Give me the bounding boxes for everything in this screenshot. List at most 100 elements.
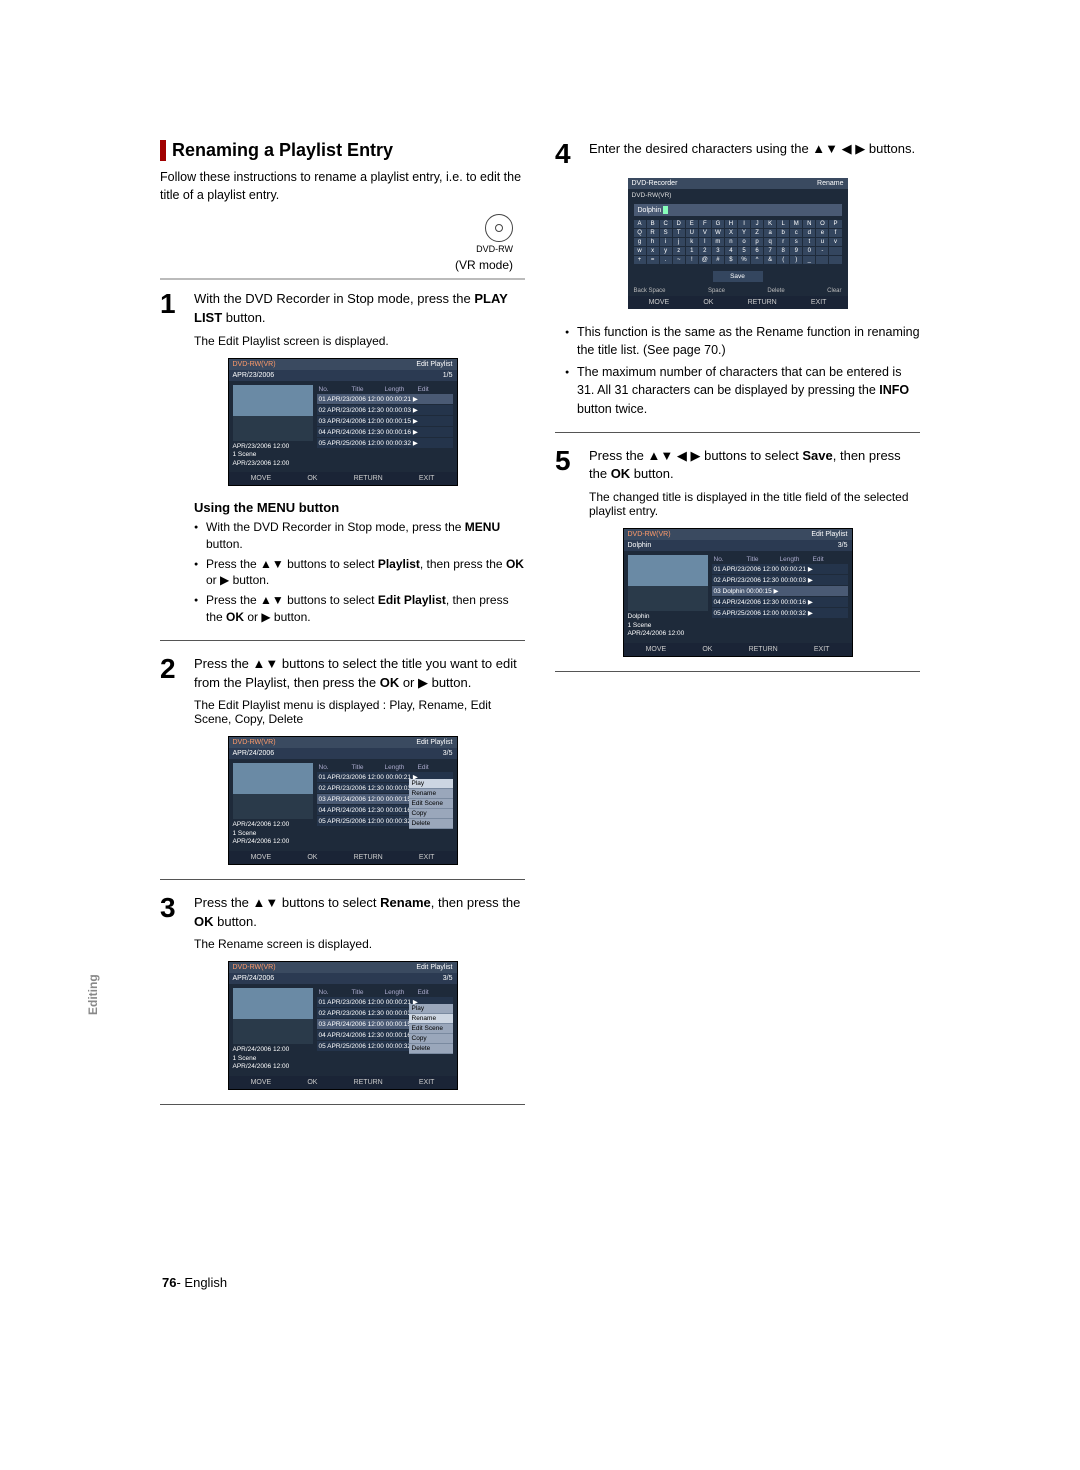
- kb-key: I: [738, 220, 750, 228]
- txt: button.: [222, 310, 265, 325]
- kb-key: =: [647, 256, 659, 264]
- kb-key: W: [712, 229, 724, 237]
- li: With the DVD Recorder in Stop mode, pres…: [194, 519, 525, 553]
- kb-key: 4: [725, 247, 737, 255]
- kb-key: s: [790, 238, 802, 246]
- thumb: [233, 988, 313, 1044]
- kb-key: E: [686, 220, 698, 228]
- osd-count: 1/5: [443, 372, 453, 379]
- t: OK: [611, 466, 631, 481]
- step-1-sub: The Edit Playlist screen is displayed.: [194, 334, 525, 348]
- t: OK: [506, 557, 524, 571]
- t: button twice.: [577, 402, 647, 416]
- osd-sub: Dolphin: [628, 542, 652, 549]
- osd-count: 3/5: [443, 975, 453, 982]
- step-4-num: 4: [555, 140, 581, 168]
- f: RETURN: [354, 475, 383, 482]
- h: Title: [352, 764, 385, 771]
- r: 01 APR/23/2006 12:00 00:00:21 ▶: [319, 395, 451, 403]
- kb-key: F: [699, 220, 711, 228]
- ctx-item: Rename: [409, 789, 453, 799]
- m: APR/24/2006 12:00: [233, 821, 313, 829]
- f: EXIT: [811, 299, 827, 306]
- osd-sub: APR/24/2006: [233, 975, 275, 982]
- t: or ▶ button.: [206, 573, 269, 587]
- kb-key: f: [829, 229, 841, 237]
- disc-label: DVD-RW: [476, 244, 513, 254]
- kb-key: +: [634, 256, 646, 264]
- kb-key: ): [790, 256, 802, 264]
- osd-edit-playlist-5: DVD-RW(VR)Edit Playlist Dolphin3/5 Dolph…: [623, 528, 853, 656]
- ctx-item: Delete: [409, 819, 453, 829]
- h: Title: [747, 556, 780, 563]
- r: 04 APR/24/2006 12:30 00:00:16 ▶: [319, 428, 451, 436]
- kb-key: Z: [751, 229, 763, 237]
- kb-key: ~: [673, 256, 685, 264]
- kb-key: u: [816, 238, 828, 246]
- kb-key: 9: [790, 247, 802, 255]
- step-5: 5 Press the ▲▼ ◀ ▶ buttons to select Sav…: [555, 447, 920, 485]
- kb-key: e: [816, 229, 828, 237]
- kb-key: x: [647, 247, 659, 255]
- lang: English: [184, 1275, 227, 1290]
- m: 1 Scene: [233, 451, 313, 459]
- r: 05 APR/25/2006 12:00 00:00:32 ▶: [319, 439, 451, 447]
- kb-key: -: [816, 247, 828, 255]
- kb-t: Rename: [817, 180, 843, 187]
- osd-count: 3/5: [838, 542, 848, 549]
- step-2: 2 Press the ▲▼ buttons to select the tit…: [160, 655, 525, 693]
- m: APR/23/2006 12:00: [233, 460, 313, 468]
- section-title: Renaming a Playlist Entry: [160, 140, 525, 161]
- t: Press the ▲▼ buttons to select: [194, 895, 380, 910]
- kb-key: p: [751, 238, 763, 246]
- t: OK: [226, 610, 244, 624]
- ctx-item: Play: [409, 1004, 453, 1014]
- playlist-table: No.TitleLengthEdit 01 APR/23/2006 12:00 …: [712, 555, 848, 638]
- h: Edit: [418, 764, 451, 771]
- thumb-meta: APR/24/2006 12:00 1 Scene APR/24/2006 12…: [233, 1046, 313, 1071]
- kb-key: N: [803, 220, 815, 228]
- step-3-body: Press the ▲▼ buttons to select Rename, t…: [194, 894, 525, 932]
- kb-key: O: [816, 220, 828, 228]
- f: EXIT: [419, 475, 435, 482]
- osd-disc: DVD-RW(VR): [233, 361, 276, 368]
- kb-key: i: [660, 238, 672, 246]
- t: OK: [194, 914, 214, 929]
- disc-icon: [485, 214, 513, 242]
- step-3-sub: The Rename screen is displayed.: [194, 937, 525, 951]
- kb-key: y: [660, 247, 672, 255]
- h: Edit: [813, 556, 846, 563]
- kb-key: n: [725, 238, 737, 246]
- kb-key: 2: [699, 247, 711, 255]
- kb-key: v: [829, 238, 841, 246]
- kb-key: H: [725, 220, 737, 228]
- osd-disc: DVD-RW(VR): [233, 739, 276, 746]
- m: APR/23/2006 12:00: [233, 443, 313, 451]
- m: 1 Scene: [233, 830, 313, 838]
- kb-key: K: [764, 220, 776, 228]
- notes: This function is the same as the Rename …: [565, 323, 920, 418]
- thumb-meta: APR/24/2006 12:00 1 Scene APR/24/2006 12…: [233, 821, 313, 846]
- kb-key: 5: [738, 247, 750, 255]
- osd-sub: APR/23/2006: [233, 372, 275, 379]
- h: Title: [352, 386, 385, 393]
- thumb: [233, 763, 313, 819]
- r: 03 APR/24/2006 12:00 00:00:15 ▶: [319, 417, 451, 425]
- m: APR/24/2006 12:00: [233, 1063, 313, 1071]
- t: Playlist: [378, 557, 420, 571]
- li: Press the ▲▼ buttons to select Playlist,…: [194, 556, 525, 590]
- kb-key: P: [829, 220, 841, 228]
- thumb: [628, 555, 708, 611]
- f: MOVE: [251, 475, 272, 482]
- txt: With the DVD Recorder in Stop mode, pres…: [194, 291, 474, 306]
- kb-key: T: [673, 229, 685, 237]
- step-2-num: 2: [160, 655, 186, 693]
- kb-key: .: [660, 256, 672, 264]
- kb-key: Y: [738, 229, 750, 237]
- t: or ▶ button.: [244, 610, 311, 624]
- kb-key: l: [699, 238, 711, 246]
- context-menu: Play Rename Edit Scene Copy Delete: [409, 1004, 453, 1054]
- h: No.: [319, 764, 352, 771]
- f: MOVE: [649, 299, 670, 306]
- h: Length: [385, 764, 418, 771]
